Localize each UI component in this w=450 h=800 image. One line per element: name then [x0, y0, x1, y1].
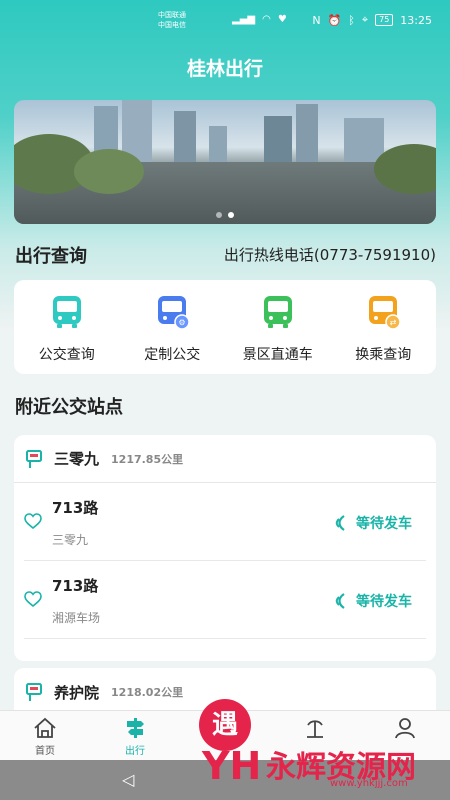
carousel-dots	[14, 212, 436, 218]
signal-icon: ▂▄▆	[232, 14, 256, 25]
tree	[74, 149, 144, 194]
service-label: 定制公交	[144, 347, 201, 363]
signal-wave-icon	[335, 515, 345, 531]
service-label: 景区直通车	[242, 347, 313, 363]
hotline-link[interactable]: 出行热线电话(0773-7591910)	[224, 244, 436, 265]
nearby-heading: 附近公交站点	[15, 397, 123, 418]
carrier-2: 中国电信	[158, 21, 186, 29]
service-bus-query[interactable]: 公交查询	[14, 280, 120, 374]
bus-icon	[52, 296, 81, 328]
carrier-1: 中国联通	[158, 11, 186, 19]
service-transfer-query[interactable]: ⇄ 换乘查询	[331, 280, 437, 374]
status-bar: 中国联通 中国电信 ▂▄▆ ◠ ♥ N ⏰ ᛒ ⌖ 75 13:25	[0, 0, 450, 40]
scenic-icon	[307, 720, 323, 738]
carousel-dot[interactable]	[216, 212, 222, 218]
carrier-info: 中国联通 中国电信	[158, 10, 186, 30]
svg-text:⇄: ⇄	[390, 318, 397, 327]
banner-carousel[interactable]	[14, 100, 436, 224]
nfc-icon: N	[312, 13, 321, 27]
building	[264, 116, 292, 166]
location-icon: ⌖	[361, 13, 369, 26]
stop-card[interactable]: 三零九 1217.85公里 713路 三零九 等待发车 713路 湘源车场 等待…	[14, 435, 436, 661]
alarm-icon: ⏰	[327, 13, 342, 27]
stop-name: 养护院	[54, 683, 100, 702]
service-label: 公交查询	[38, 347, 95, 363]
clock: 13:25	[400, 13, 432, 27]
route-status-label: 等待发车	[356, 516, 412, 532]
favorite-heart-icon[interactable]	[24, 513, 42, 529]
favorite-heart-icon[interactable]	[24, 591, 42, 607]
home-icon	[34, 717, 56, 738]
app-title: 桂林出行	[186, 58, 263, 80]
service-label: 换乘查询	[355, 347, 412, 363]
signal-wave-icon	[335, 593, 345, 609]
transfer-bus-icon: ⇄	[369, 296, 401, 330]
bluetooth-icon: ᛒ	[348, 13, 355, 27]
travel-icon	[127, 718, 144, 738]
watermark-mark: YH	[202, 744, 262, 788]
service-scenic-bus[interactable]: 景区直通车	[225, 280, 331, 374]
stop-name: 三零九	[54, 450, 100, 468]
battery-icon: 75	[375, 14, 394, 26]
tab-label: 出行	[125, 746, 145, 757]
watermark-url: www.yhkjjj.com	[330, 778, 408, 789]
stop-header[interactable]: 三零九 1217.85公里	[14, 435, 436, 483]
custom-bus-icon: ⚙	[158, 296, 190, 330]
service-custom-bus[interactable]: ⚙ 定制公交	[120, 280, 226, 374]
stop-distance: 1217.85公里	[111, 452, 184, 466]
scenic-bus-icon	[263, 296, 292, 328]
route-number: 713路	[52, 577, 99, 595]
route-destination: 湘源车场	[52, 611, 101, 625]
stop-distance: 1218.02公里	[111, 686, 184, 699]
bus-stop-icon	[26, 449, 42, 468]
route-number: 713路	[52, 499, 99, 517]
route-row[interactable]: 713路 湘源车场 等待发车	[24, 561, 426, 639]
bus-stop-icon	[26, 683, 42, 701]
building	[296, 104, 318, 166]
route-destination: 三零九	[52, 533, 89, 547]
status-right: N ⏰ ᛒ ⌖ 75 13:25	[312, 13, 432, 27]
services-panel: 公交查询 ⚙ 定制公交 景区直通车 ⇄ 换乘查询	[14, 280, 436, 374]
route-row[interactable]: 713路 三零九 等待发车	[24, 483, 426, 561]
tab-travel[interactable]: 出行	[90, 711, 180, 760]
route-status: 等待发车	[332, 591, 412, 611]
building	[174, 111, 196, 166]
back-triangle-icon[interactable]: ◁	[122, 770, 134, 789]
wifi-icon: ◠	[262, 14, 271, 25]
heart-status-icon: ♥	[277, 14, 287, 25]
tab-home[interactable]: 首页	[0, 711, 90, 760]
carousel-dot-active[interactable]	[228, 212, 234, 218]
signal-icons: ▂▄▆ ◠ ♥	[232, 14, 287, 25]
route-status-label: 等待发车	[356, 594, 412, 610]
building	[209, 126, 227, 166]
svg-text:⚙: ⚙	[179, 318, 186, 327]
route-status: 等待发车	[332, 513, 412, 533]
tab-label: 首页	[35, 746, 55, 757]
profile-icon	[395, 718, 415, 739]
travel-query-heading: 出行查询	[15, 246, 87, 267]
